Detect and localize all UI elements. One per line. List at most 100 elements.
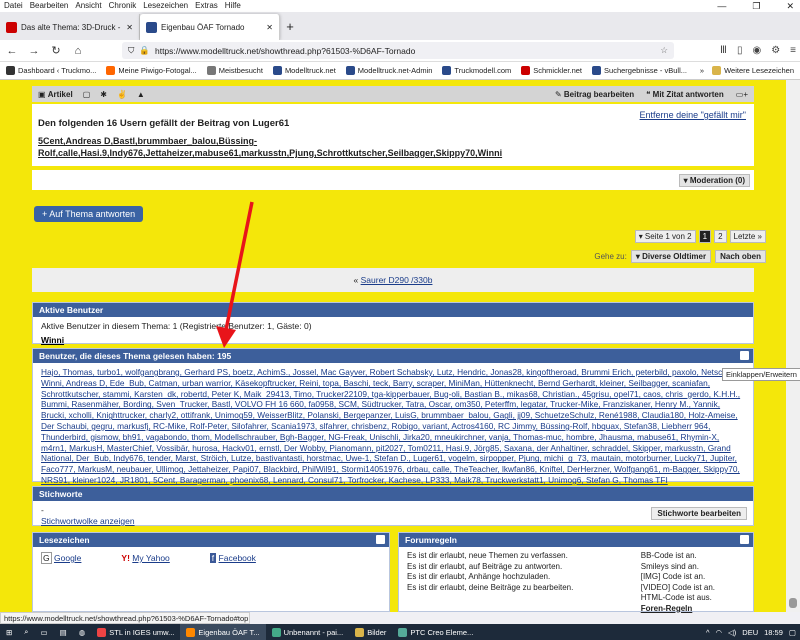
scrollbar[interactable] [786, 80, 800, 612]
thumbs-icon[interactable]: ✌ [117, 90, 127, 99]
sidebar-icon[interactable]: ▯ [737, 45, 743, 56]
menu-icon[interactable]: ≡ [790, 45, 796, 56]
tab-label: Eigenbau ÖAF Tornado [161, 22, 245, 32]
quote-reply-button[interactable]: ❝ Mit Zitat antworten [646, 90, 724, 99]
tags-box: Stichworte - Stichwortwolke anzeigen Sti… [32, 486, 754, 526]
edit-tags-button[interactable]: Stichworte bearbeiten [651, 507, 747, 520]
forum-rules-title: Forumregeln [405, 535, 457, 545]
extension-icon[interactable]: ⚙ [771, 45, 780, 56]
menu-ansicht[interactable]: Ansicht [75, 0, 101, 12]
tab-eigenbau-oaf[interactable]: Eigenbau ÖAF Tornado ✕ [140, 14, 280, 40]
firefox-icon[interactable]: ◍ [73, 624, 92, 640]
search-icon[interactable]: ⌕ [18, 624, 34, 640]
tags-empty: - [41, 505, 44, 515]
yahoo-bookmark[interactable]: Y! My Yahoo [121, 553, 169, 564]
other-bookmarks[interactable]: Weitere Lesezeichen [712, 66, 794, 75]
close-window-button[interactable]: ✕ [786, 0, 794, 12]
google-icon: G [41, 552, 52, 564]
video-code-status[interactable]: [VIDEO] Code ist an. [641, 583, 715, 594]
language-indicator[interactable]: DEU [742, 628, 758, 637]
google-bookmark[interactable]: G Google [41, 552, 81, 564]
windows-start-icon[interactable]: ⊞ [0, 624, 18, 640]
bookmark-modelltruck-admin[interactable]: Modelltruck.net-Admin [345, 66, 432, 75]
bookmark-star-icon[interactable]: ☆ [660, 45, 668, 56]
remove-like-link[interactable]: Entferne deine "gefällt mir" [640, 110, 746, 120]
reload-icon[interactable]: ↻ [48, 44, 64, 57]
page-count-dropdown[interactable]: ▾ Seite 1 von 2 [634, 230, 696, 243]
menu-chronik[interactable]: Chronik [109, 0, 137, 12]
forum-rules-link[interactable]: Foren-Regeln [641, 604, 715, 615]
volume-icon[interactable]: ◁) [728, 628, 736, 637]
collapse-icon[interactable] [740, 351, 749, 360]
warning-icon[interactable]: ▲ [137, 90, 145, 99]
shield-icon: ⛉ [128, 45, 135, 55]
previous-thread-link[interactable]: Saurer D290 /330b [361, 275, 433, 285]
maximize-button[interactable]: ❐ [752, 0, 760, 12]
clock[interactable]: 18:59 [764, 628, 783, 637]
task-stl-iges[interactable]: STL in IGES umw... [91, 624, 180, 640]
url-bar[interactable]: ⛉ 🔒 https://www.modelltruck.net/showthre… [122, 42, 675, 59]
menu-lesezeichen[interactable]: Lesezeichen [143, 0, 188, 12]
edit-post-button[interactable]: ✎ Beitrag bearbeiten [555, 90, 634, 99]
bookmark-meistbesucht[interactable]: Meistbesucht [206, 66, 263, 75]
menu-bearbeiten[interactable]: Bearbeiten [30, 0, 69, 12]
comment-icon[interactable]: ▢ [83, 90, 91, 99]
moderation-button[interactable]: ▾ Moderation (0) [678, 174, 750, 187]
tray-chevron-icon[interactable]: ^ [706, 628, 710, 637]
task-view-icon[interactable]: ▭ [35, 624, 54, 640]
new-tab-button[interactable]: + [280, 14, 300, 40]
facebook-bookmark[interactable]: f Facebook [209, 553, 256, 564]
home-icon[interactable]: ⌂ [70, 45, 86, 57]
task-paint[interactable]: Unbenannt - pai... [266, 624, 350, 640]
multiquote-icon[interactable]: ▭+ [736, 90, 748, 99]
menu-extras[interactable]: Extras [195, 0, 218, 12]
collapse-icon[interactable] [376, 535, 385, 544]
bookmark-piwigo[interactable]: Meine Piwigo-Fotogal... [106, 66, 197, 75]
favicon-icon [345, 66, 355, 75]
library-icon[interactable]: Ⅲ [720, 45, 727, 56]
likes-users[interactable]: 5Cent,Andreas D,Bastl,brummbaer_balou,Bü… [38, 135, 748, 159]
back-icon[interactable]: ← [4, 45, 20, 57]
site-favicon-icon [6, 21, 17, 33]
article-button[interactable]: ▣ Artikel [38, 90, 73, 99]
scrollbar-thumb[interactable] [789, 598, 797, 608]
bookmark-suchergebnisse[interactable]: Suchergebnisse - vBull... [592, 66, 687, 75]
active-user-link[interactable]: Winni [41, 335, 64, 345]
minimize-button[interactable]: — [717, 0, 726, 12]
navigation-bar: ← → ↻ ⌂ ⛉ 🔒 https://www.modelltruck.net/… [0, 40, 800, 62]
collapse-icon[interactable] [740, 535, 749, 544]
bookmark-schmickler[interactable]: Schmickler.net [521, 66, 582, 75]
last-page-link[interactable]: Letzte » [729, 230, 766, 243]
account-icon[interactable]: ◉ [752, 45, 761, 56]
bbcode-status[interactable]: BB-Code ist an. [641, 551, 715, 562]
tab-3d-druck[interactable]: Das alte Thema: 3D-Druck - Flu ✕ [0, 14, 140, 40]
page-1[interactable]: 1 [698, 230, 712, 243]
more-bookmarks-button[interactable]: » [700, 66, 704, 75]
likes-users-line1[interactable]: 5Cent,Andreas D,Bastl,brummbaer_balou,Bü… [38, 135, 748, 147]
smileys-status[interactable]: Smileys sind an. [641, 562, 715, 573]
readers-list[interactable]: Hajo, Thomas, turbo1, wolfgangbrang, Ger… [33, 363, 753, 490]
bookmark-dashboard[interactable]: Dashboard ‹ Truckmo... [6, 66, 96, 75]
page-2[interactable]: 2 [714, 230, 727, 243]
close-tab-icon[interactable]: ✕ [266, 23, 273, 32]
back-to-top-button[interactable]: Nach oben [715, 250, 766, 263]
bookmark-truckmodell[interactable]: Truckmodell.com [442, 66, 511, 75]
network-icon[interactable]: ◠ [715, 628, 722, 637]
task-bilder[interactable]: Bilder [349, 624, 392, 640]
menu-datei[interactable]: Datei [4, 0, 23, 12]
task-eigenbau[interactable]: Eigenbau ÖAF T... [180, 624, 266, 640]
close-tab-icon[interactable]: ✕ [126, 23, 133, 32]
reply-thread-button[interactable]: + Auf Thema antworten [34, 206, 144, 222]
bookmark-modelltruck[interactable]: Modelltruck.net [272, 66, 336, 75]
star-icon[interactable]: ✱ [100, 90, 107, 99]
forum-jump-select[interactable]: ▾ Diverse Oldtimer [630, 250, 712, 263]
img-code-status[interactable]: [IMG] Code ist an. [641, 572, 715, 583]
tag-cloud-link[interactable]: Stichwortwolke anzeigen [41, 516, 135, 526]
forward-icon[interactable]: → [26, 45, 42, 57]
explorer-icon[interactable]: ▤ [54, 624, 73, 640]
task-ptc-creo[interactable]: PTC Creo Eleme... [392, 624, 479, 640]
notification-icon[interactable]: ▢ [789, 628, 796, 637]
yahoo-icon: Y! [121, 553, 130, 563]
likes-users-line2[interactable]: Rolf,calle,Hasi.9,Indy676,Jettaheizer,ma… [38, 147, 748, 159]
menu-hilfe[interactable]: Hilfe [225, 0, 241, 12]
